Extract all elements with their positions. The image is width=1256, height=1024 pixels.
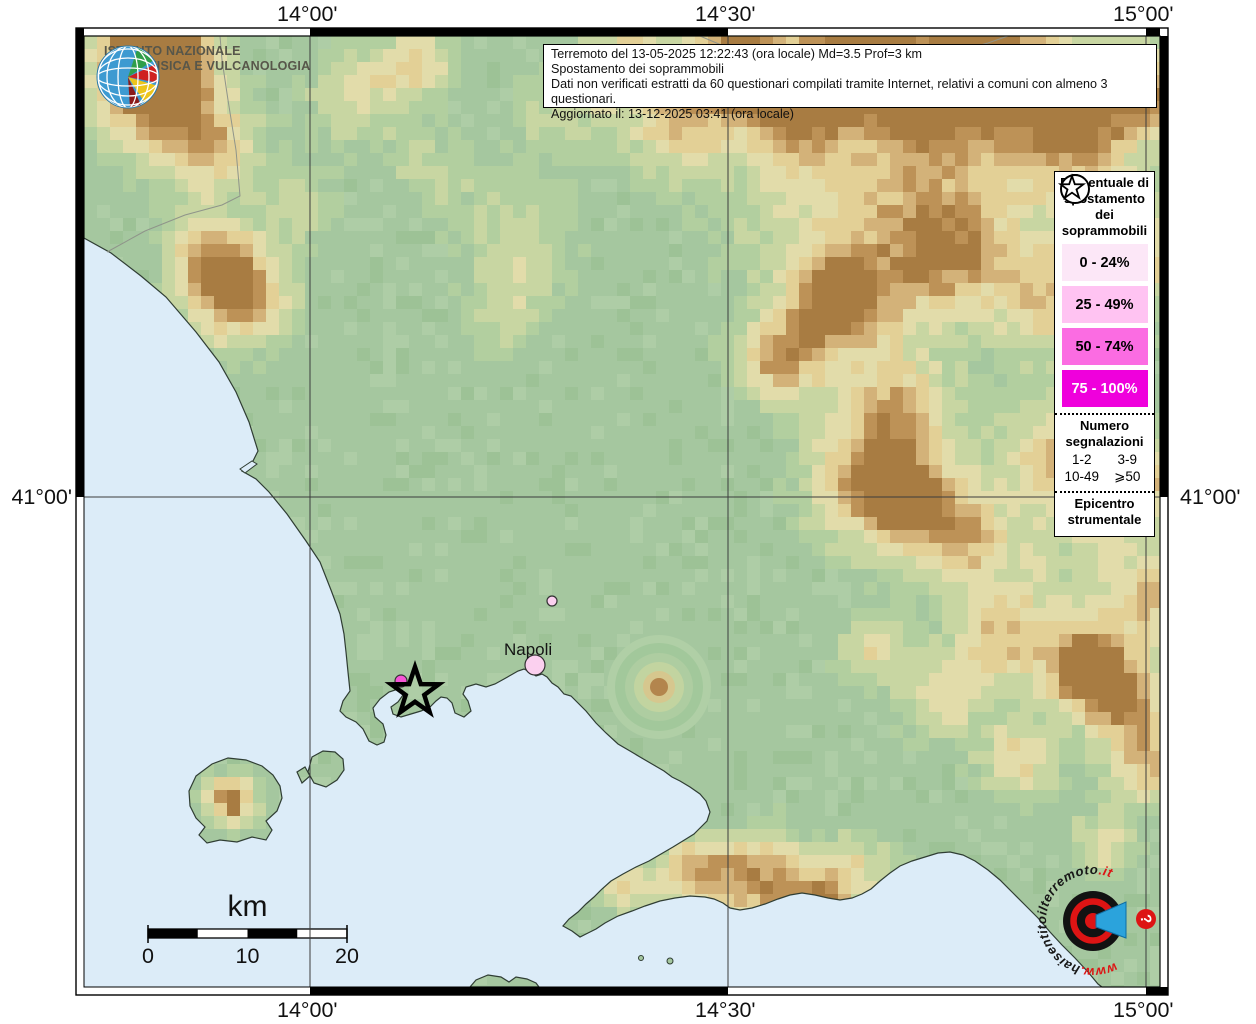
info-line-event: Terremoto del 13-05-2025 12:22:43 (ora l… (551, 47, 923, 61)
legend-epicenter-title: Epicentro strumentale (1067, 496, 1142, 527)
axis-label: 15°00' (1113, 2, 1174, 26)
islet (666, 957, 674, 965)
city-label: Napoli (504, 640, 553, 659)
scale-bar-unit: km (228, 890, 268, 923)
legend-pct-swatch: 50 - 74% (1061, 328, 1148, 365)
axis-label: 15°00' (1113, 998, 1174, 1022)
scale-bar-tick: 20 (335, 944, 359, 968)
legend-pct-swatch: 0 - 24% (1061, 244, 1148, 281)
info-line-updated: Aggiornato il: 13-12-2025 03:41 (ora loc… (551, 106, 794, 121)
legend-size-class: ⩾50 (1060, 174, 1149, 485)
legend-size-class: 3-9 (1067, 174, 1149, 467)
info-line-source: Dati non verificati estratti da 60 quest… (551, 76, 1108, 106)
map-page: km01020 www.haisentitoilterremoto.it? (0, 0, 1256, 1024)
scale-bar-tick: 0 (142, 944, 154, 968)
legend-num-title: Numero segnalazioni (1065, 418, 1144, 449)
ingv-globe-icon (96, 45, 160, 109)
axis-label: 14°00' (277, 998, 338, 1022)
axis-label: 41°00' (11, 485, 72, 509)
vesuvius-rings (607, 635, 711, 739)
event-info-box: Terremoto del 13-05-2025 12:22:43 (ora l… (543, 44, 1157, 121)
legend-size-class: 10-49 (1060, 174, 1104, 485)
report-dot (546, 595, 558, 607)
legend-pct-swatch: 25 - 49% (1061, 286, 1148, 323)
islet (638, 955, 644, 961)
legend-panel: Percentuale di spostamento dei soprammob… (1054, 171, 1155, 537)
scale-bar-tick: 10 (236, 944, 260, 968)
axis-label: 14°30' (695, 2, 756, 26)
legend-pct-swatch: 75 - 100% (1061, 370, 1148, 407)
info-line-effect: Spostamento dei soprammobili (551, 61, 724, 76)
axis-label: 14°30' (695, 998, 756, 1022)
axis-label: 14°00' (277, 2, 338, 26)
legend-size-class: 1-2 (1060, 174, 1104, 467)
ingv-logo: ISTITUTO NAZIONALE DI GEOFISICA E VULCAN… (95, 44, 310, 109)
axis-label: 41°00' (1180, 485, 1241, 509)
